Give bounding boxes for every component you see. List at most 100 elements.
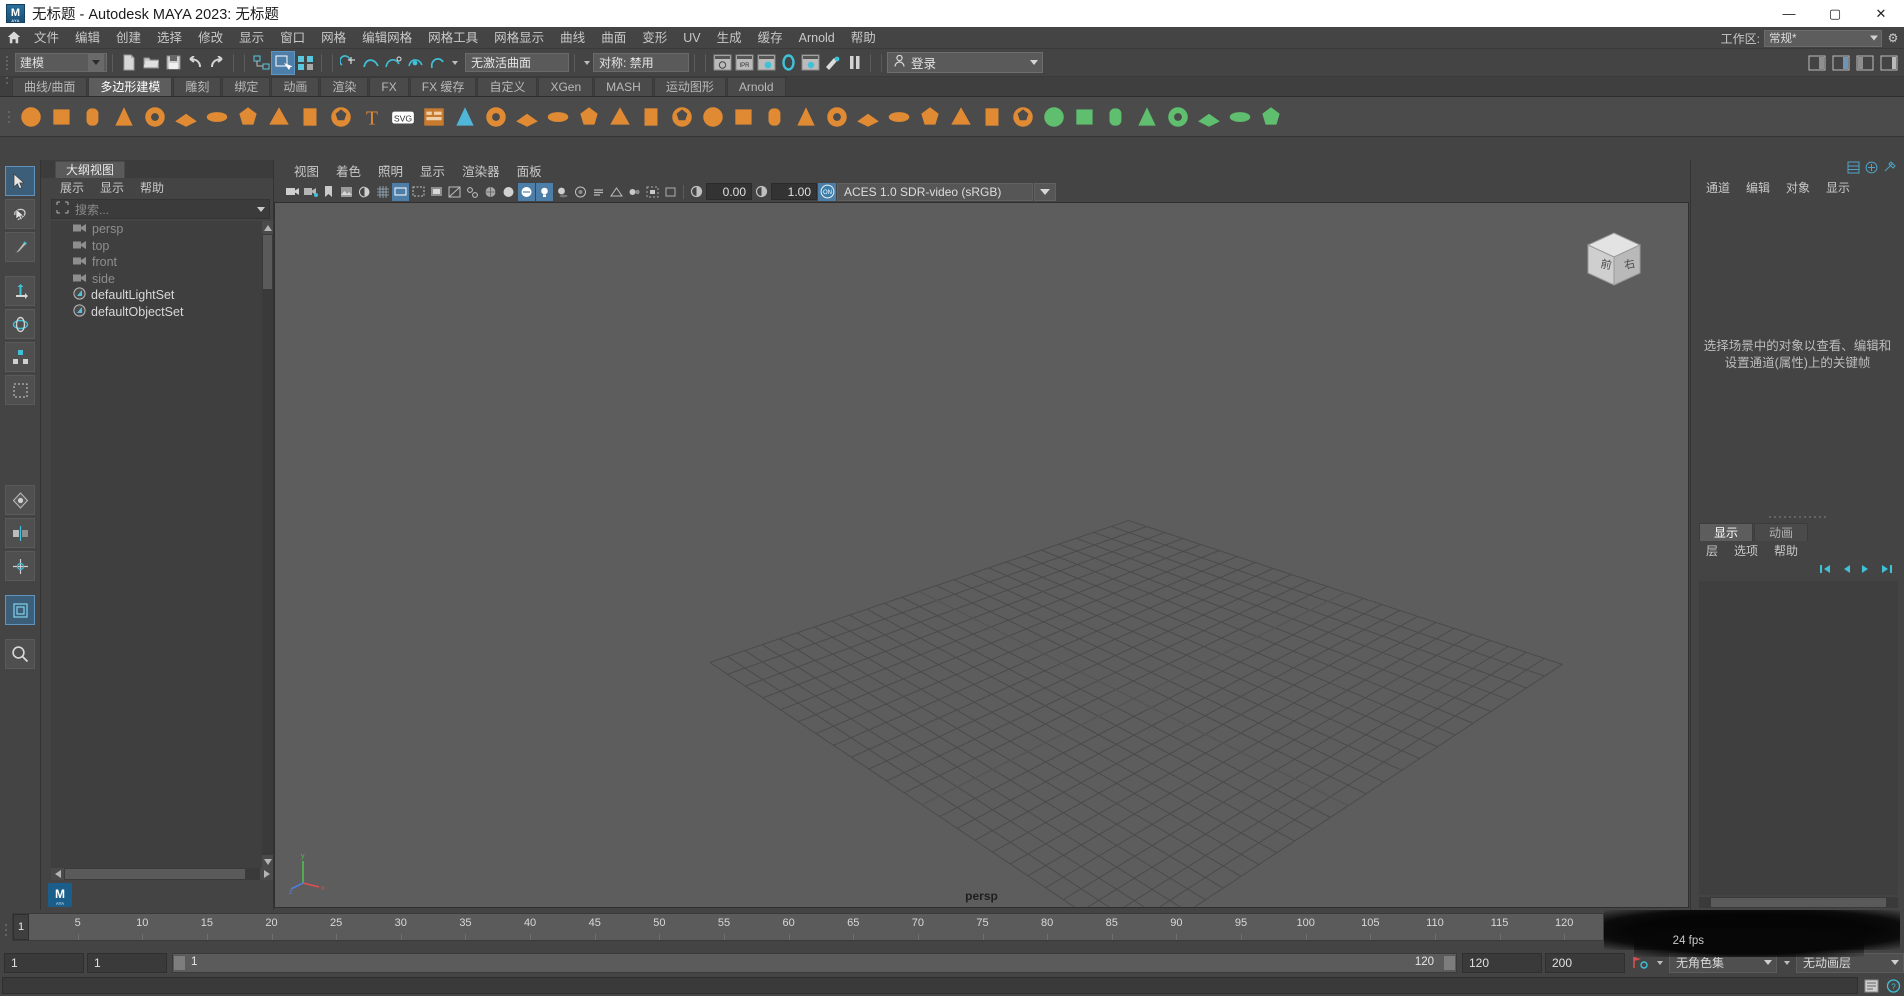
uv-unfold-icon[interactable] (1256, 101, 1286, 133)
scroll-up-arrow-icon[interactable] (262, 221, 273, 234)
range-end-max-field[interactable]: 200 (1545, 952, 1625, 973)
menu-item-17[interactable]: Arnold (791, 28, 843, 48)
render-view-icon[interactable] (799, 52, 821, 74)
multicut-icon[interactable] (791, 101, 821, 133)
channel-box-menu-0[interactable]: 通道 (1699, 179, 1737, 197)
shelf-tab-4[interactable]: 动画 (271, 77, 320, 96)
shelf-tab-10[interactable]: MASH (594, 77, 653, 96)
menu-item-3[interactable]: 选择 (149, 28, 190, 48)
polygon-soccerball-icon[interactable] (326, 101, 356, 133)
shelf-tab-8[interactable]: 自定义 (477, 77, 538, 96)
perspective-viewport[interactable]: 前 右 y z x persp (274, 202, 1689, 908)
shelf-tab-0[interactable]: 曲线/曲面 (12, 77, 88, 96)
menu-item-8[interactable]: 编辑网格 (354, 28, 420, 48)
bevel-icon[interactable] (574, 101, 604, 133)
exposure-field[interactable]: 1.00 (771, 183, 817, 200)
viewport-menu-3[interactable]: 显示 (412, 163, 453, 181)
scroll-right-arrow-icon[interactable] (260, 868, 273, 880)
outliner-item-defaultObjectSet[interactable]: defaultObjectSet (51, 304, 273, 321)
polygon-plane-icon[interactable] (171, 101, 201, 133)
crease-icon[interactable] (884, 101, 914, 133)
home-icon[interactable] (2, 28, 26, 48)
viewport-menu-4[interactable]: 渲染器 (454, 163, 508, 181)
polygon-cylinder-icon[interactable] (78, 101, 108, 133)
object-mode-icon[interactable] (5, 595, 35, 625)
outliner-search[interactable]: 搜索... (51, 199, 270, 219)
svg-tool-icon[interactable]: SVG (388, 101, 418, 133)
select-camera-icon[interactable] (284, 183, 301, 201)
show-hide-modeling-toolkit-icon[interactable] (1806, 52, 1828, 74)
uv-editor-icon[interactable] (1039, 101, 1069, 133)
uv-planar-icon[interactable] (1070, 101, 1100, 133)
shelf-tab-1[interactable]: 多边形建模 (88, 77, 173, 96)
screen-space-ao-icon[interactable] (572, 183, 589, 201)
film-gate-icon[interactable] (392, 182, 409, 201)
chevron-down-icon[interactable] (580, 53, 593, 72)
bookmark-icon[interactable] (320, 183, 337, 201)
layer-prev-icon[interactable] (1839, 563, 1852, 577)
symmetry-field[interactable]: 对称: 禁用 (593, 53, 689, 72)
menu-item-14[interactable]: UV (675, 28, 708, 48)
show-manipulator-tool-icon[interactable] (5, 551, 35, 581)
shelf-grip[interactable] (4, 99, 14, 135)
snap-to-point-icon[interactable] (382, 52, 404, 74)
move-tool-icon[interactable] (5, 276, 35, 306)
pause-icon[interactable] (843, 52, 865, 74)
menu-item-4[interactable]: 修改 (190, 28, 231, 48)
bridge-icon[interactable] (605, 101, 635, 133)
connect-icon[interactable] (853, 101, 883, 133)
hypershade-icon[interactable] (777, 52, 799, 74)
outliner-horizontal-scrollbar[interactable] (51, 868, 273, 880)
outliner-item-side[interactable]: side (51, 271, 273, 288)
select-component-icon[interactable] (294, 52, 316, 74)
camera-attributes-icon[interactable] (302, 183, 319, 201)
xray-joints-icon[interactable] (464, 183, 481, 201)
menu-item-6[interactable]: 窗口 (272, 28, 313, 48)
maximize-button[interactable]: ▢ (1812, 0, 1858, 27)
select-hierarchy-icon[interactable] (250, 52, 272, 74)
menu-item-0[interactable]: 文件 (26, 28, 67, 48)
scrollbar-thumb[interactable] (263, 235, 272, 289)
shelf-tab-6[interactable]: FX (369, 77, 409, 96)
polygon-cone-icon[interactable] (109, 101, 139, 133)
shelf-tab-11[interactable]: 运动图形 (653, 77, 726, 96)
active-surface-field[interactable]: 无激活曲面 (465, 53, 569, 72)
viewport-menu-1[interactable]: 着色 (328, 163, 369, 181)
offset-edge-loop-icon[interactable] (946, 101, 976, 133)
shelf-tab-5[interactable]: 渲染 (320, 77, 369, 96)
menu-item-1[interactable]: 编辑 (67, 28, 108, 48)
soft-select-icon[interactable] (5, 485, 35, 515)
menu-item-9[interactable]: 网格工具 (420, 28, 486, 48)
layer-menu-1[interactable]: 选项 (1727, 542, 1765, 560)
attribute-editor-icon[interactable] (1865, 161, 1878, 177)
combine-icon[interactable] (481, 101, 511, 133)
ipr-render-icon[interactable]: IPR (733, 52, 755, 74)
layer-menu-2[interactable]: 帮助 (1767, 542, 1805, 560)
minimize-button[interactable]: — (1766, 0, 1812, 27)
multisample-aa-icon[interactable] (608, 183, 625, 201)
boolean-icon[interactable] (450, 101, 480, 133)
viewport-menu-2[interactable]: 照明 (370, 163, 411, 181)
xray-icon[interactable] (446, 183, 463, 201)
channel-box-menu-3[interactable]: 显示 (1819, 179, 1857, 197)
scale-tool-icon[interactable] (5, 342, 35, 372)
smooth-icon[interactable] (667, 101, 697, 133)
panel-splitter[interactable] (1691, 512, 1904, 522)
chevron-down-icon[interactable] (1034, 182, 1056, 201)
extrude-icon[interactable] (543, 101, 573, 133)
help-icon[interactable]: ? (1882, 975, 1904, 996)
time-slider[interactable]: 1 5 10 15 20 25 30 35 40 45 50 55 60 65 70 75 80 85 90 95 1… (12, 913, 1604, 941)
shelf-tab-9[interactable]: XGen (538, 77, 594, 96)
scrollbar-thumb[interactable] (65, 869, 245, 879)
channel-box-menu-1[interactable]: 编辑 (1739, 179, 1777, 197)
show-hide-tool-settings-icon[interactable] (1854, 52, 1876, 74)
layer-horizontal-scrollbar[interactable] (1699, 897, 1898, 908)
mirror-icon[interactable] (760, 101, 790, 133)
viewport-menu-0[interactable]: 视图 (286, 163, 327, 181)
layer-tab-1[interactable]: 动画 (1754, 523, 1809, 541)
range-end-field[interactable]: 120 (1462, 952, 1542, 973)
uv-automatic-icon[interactable] (1163, 101, 1193, 133)
triangulate-icon[interactable] (698, 101, 728, 133)
outliner-menu-2[interactable]: 帮助 (133, 179, 171, 197)
snap-to-curve-icon[interactable] (360, 52, 382, 74)
